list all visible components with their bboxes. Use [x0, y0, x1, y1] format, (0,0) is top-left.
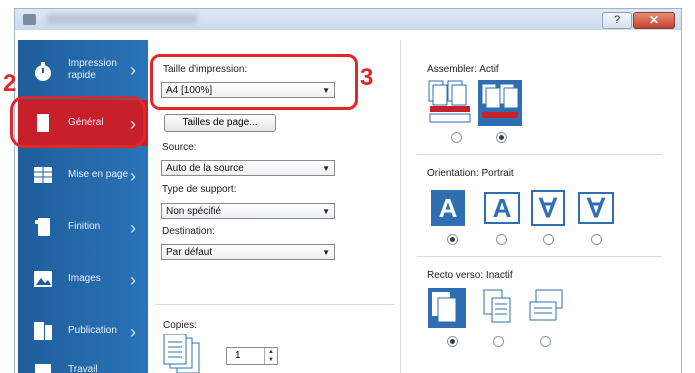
chevron-right-icon: ›: [130, 218, 136, 238]
collate-on-radio[interactable]: [496, 132, 507, 143]
divider: [155, 304, 395, 305]
sidebar-item-finishing[interactable]: Finition ›: [18, 204, 148, 250]
media-type-value: Non spécifié: [166, 206, 222, 217]
print-size-select[interactable]: A4 [100%] ▼: [161, 82, 335, 98]
close-button[interactable]: ✕: [633, 12, 675, 29]
source-select[interactable]: Auto de la source ▼: [161, 160, 335, 176]
column-divider: [400, 40, 401, 373]
collate-on-icon[interactable]: [478, 80, 522, 126]
sidebar: Impression rapide › Général › Mise en pa…: [18, 40, 148, 373]
sidebar-item-job[interactable]: Travail: [18, 358, 148, 373]
chevron-right-icon: ›: [130, 322, 136, 342]
chevron-right-icon: ›: [130, 166, 136, 186]
orientation-landscape-rotated-icon[interactable]: ∀: [578, 192, 614, 224]
duplex-short-edge-radio[interactable]: [540, 336, 551, 347]
sidebar-item-quick-print[interactable]: Impression rapide ›: [18, 48, 148, 94]
title-bar: ? ✕: [14, 8, 682, 31]
divider: [417, 154, 662, 155]
chevron-down-icon: ▼: [322, 164, 330, 173]
job-icon: [35, 364, 51, 373]
media-type-select[interactable]: Non spécifié ▼: [161, 203, 335, 219]
destination-label: Destination:: [162, 226, 215, 237]
chevron-down-icon: ▼: [322, 248, 330, 257]
divider: [417, 256, 662, 257]
copies-stack-icon: [163, 334, 200, 373]
window-title: [47, 14, 197, 24]
chevron-right-icon: ›: [130, 60, 136, 80]
duplex-off-icon[interactable]: [428, 288, 466, 328]
orientation-landscape-radio[interactable]: [496, 234, 507, 245]
sidebar-item-label: Mise en page: [68, 169, 129, 180]
orientation-portrait-rotated-radio[interactable]: [543, 234, 554, 245]
sidebar-item-label: Publication: [68, 325, 117, 336]
duplex-long-edge-radio[interactable]: [493, 336, 504, 347]
general-highlight-ring: [10, 96, 146, 148]
sidebar-item-images[interactable]: Images ›: [18, 256, 148, 302]
sidebar-item-layout[interactable]: Mise en page ›: [18, 152, 148, 198]
duplex-short-edge-icon[interactable]: [528, 288, 568, 328]
page-sizes-button[interactable]: Tailles de page...: [164, 114, 276, 132]
images-icon: [34, 271, 52, 287]
duplex-off-radio[interactable]: [447, 336, 458, 347]
stopwatch-icon: [35, 62, 51, 81]
layout-icon: [34, 167, 52, 183]
orientation-landscape-rotated-radio[interactable]: [591, 234, 602, 245]
collate-off-icon[interactable]: [428, 80, 472, 126]
media-type-label: Type de support:: [162, 184, 237, 195]
sidebar-item-label: Finition: [68, 221, 101, 232]
print-size-label: Taille d'impression:: [163, 64, 248, 75]
chevron-right-icon: ›: [130, 270, 136, 290]
source-label: Source:: [162, 142, 197, 153]
orientation-portrait-icon[interactable]: A: [431, 190, 465, 226]
copies-value: 1: [235, 350, 241, 361]
chevron-down-icon: ▼: [322, 207, 330, 216]
orientation-portrait-rotated-icon[interactable]: ∀: [531, 190, 565, 226]
stepper-arrows-icon[interactable]: ▲ ▼: [264, 348, 277, 364]
copies-label: Copies:: [163, 320, 197, 331]
orientation-label: Orientation: Portrait: [427, 168, 514, 179]
publication-icon: [34, 322, 52, 340]
destination-value: Par défaut: [166, 247, 213, 258]
sidebar-item-label: Impression rapide: [68, 58, 117, 81]
collate-label: Assembler: Actif: [427, 64, 499, 75]
help-button[interactable]: ?: [602, 12, 632, 29]
collate-off-radio[interactable]: [451, 132, 462, 143]
sidebar-item-label: Images: [68, 273, 101, 284]
orientation-portrait-radio[interactable]: [447, 234, 458, 245]
chevron-down-icon: ▼: [322, 86, 330, 95]
finishing-icon: [35, 218, 50, 236]
sidebar-item-publication[interactable]: Publication ›: [18, 308, 148, 354]
callout-3: 3: [360, 64, 374, 91]
orientation-landscape-icon[interactable]: A: [484, 192, 520, 224]
print-size-value: A4 [100%]: [166, 85, 213, 96]
duplex-long-edge-icon[interactable]: [480, 288, 516, 328]
copies-stepper[interactable]: 1 ▲ ▼: [226, 347, 278, 365]
source-value: Auto de la source: [166, 163, 244, 174]
destination-select[interactable]: Par défaut ▼: [161, 244, 335, 260]
sidebar-item-label: Travail: [68, 364, 98, 373]
callout-2: 2: [3, 70, 17, 97]
duplex-label: Recto verso: Inactif: [427, 270, 513, 281]
printer-app-icon: [23, 14, 36, 25]
